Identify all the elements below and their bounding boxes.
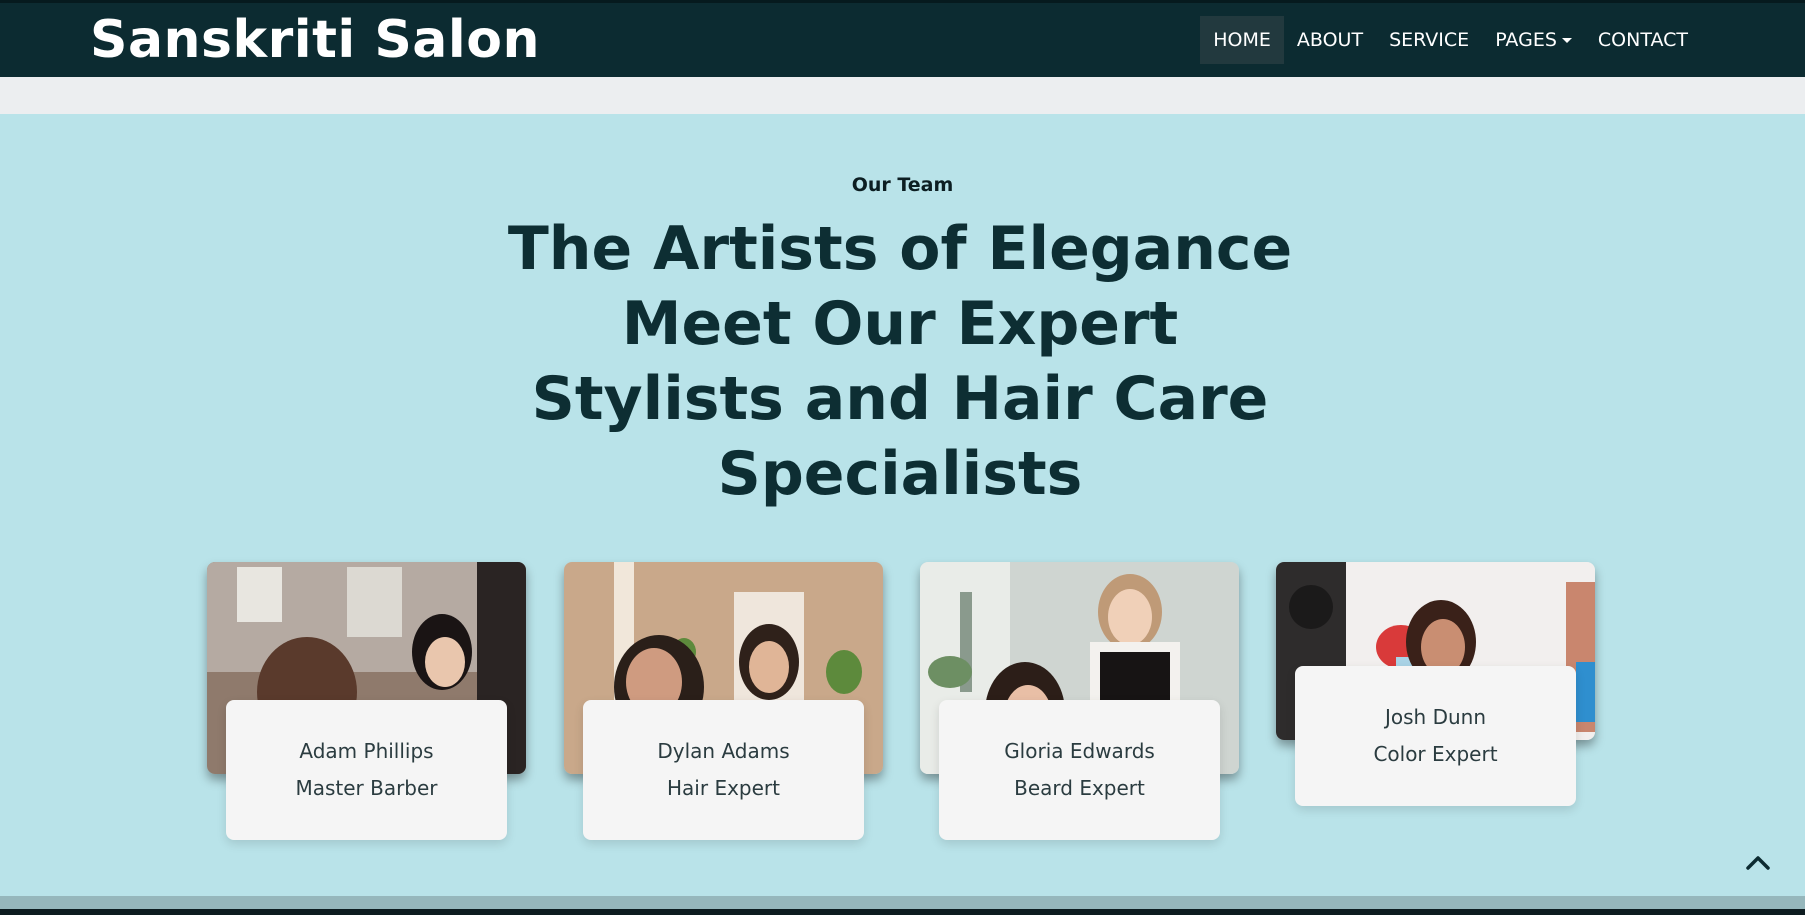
- navbar: Sanskriti Salon HOME ABOUT SERVICE PAGES…: [0, 0, 1805, 77]
- team-member-info: Josh Dunn Color Expert: [1295, 666, 1576, 806]
- nav-service[interactable]: SERVICE: [1376, 16, 1482, 64]
- nav-about-label: ABOUT: [1296, 29, 1364, 51]
- team-section: Our Team The Artists of Elegance Meet Ou…: [0, 114, 1805, 896]
- nav-home[interactable]: HOME: [1200, 16, 1284, 64]
- footer-edge: [0, 896, 1805, 909]
- team-member-role: Master Barber: [295, 776, 438, 800]
- nav-service-label: SERVICE: [1389, 29, 1470, 51]
- team-member-info: Adam Phillips Master Barber: [226, 700, 507, 840]
- caret-down-icon: [1561, 37, 1572, 43]
- heading-line: The Artists of Elegance: [507, 214, 1293, 284]
- team-member-role: Beard Expert: [1014, 776, 1145, 800]
- chevron-up-icon: [1746, 856, 1770, 870]
- nav-about[interactable]: ABOUT: [1284, 16, 1376, 64]
- brand-logo[interactable]: Sanskriti Salon: [90, 10, 540, 70]
- team-member-info: Gloria Edwards Beard Expert: [939, 700, 1220, 840]
- team-member-name: Dylan Adams: [657, 739, 790, 763]
- nav-contact[interactable]: CONTACT: [1585, 16, 1701, 64]
- team-member-info: Dylan Adams Hair Expert: [583, 700, 864, 840]
- spacer-band: [0, 77, 1805, 114]
- team-member-name: Josh Dunn: [1384, 705, 1486, 729]
- scroll-to-top-button[interactable]: [1742, 848, 1774, 876]
- nav-home-label: HOME: [1213, 29, 1271, 51]
- team-member-role: Color Expert: [1373, 742, 1498, 766]
- nav-pages-dropdown[interactable]: PAGES: [1482, 16, 1585, 64]
- nav-pages-label: PAGES: [1495, 29, 1557, 51]
- team-member-role: Hair Expert: [667, 776, 780, 800]
- main-nav: HOME ABOUT SERVICE PAGES CONTACT: [1200, 16, 1701, 64]
- section-eyebrow: Our Team: [851, 174, 954, 196]
- heading-line: Stylists and Hair Care: [531, 364, 1269, 434]
- heading-line: Meet Our Expert: [621, 289, 1179, 359]
- team-member-name: Adam Phillips: [299, 739, 434, 763]
- nav-contact-label: CONTACT: [1597, 29, 1688, 51]
- window-bottom-edge: [0, 909, 1805, 915]
- section-heading: The Artists of Elegance Meet Our Expert …: [500, 212, 1300, 512]
- team-member-name: Gloria Edwards: [1004, 739, 1155, 763]
- heading-line: Specialists: [717, 439, 1083, 509]
